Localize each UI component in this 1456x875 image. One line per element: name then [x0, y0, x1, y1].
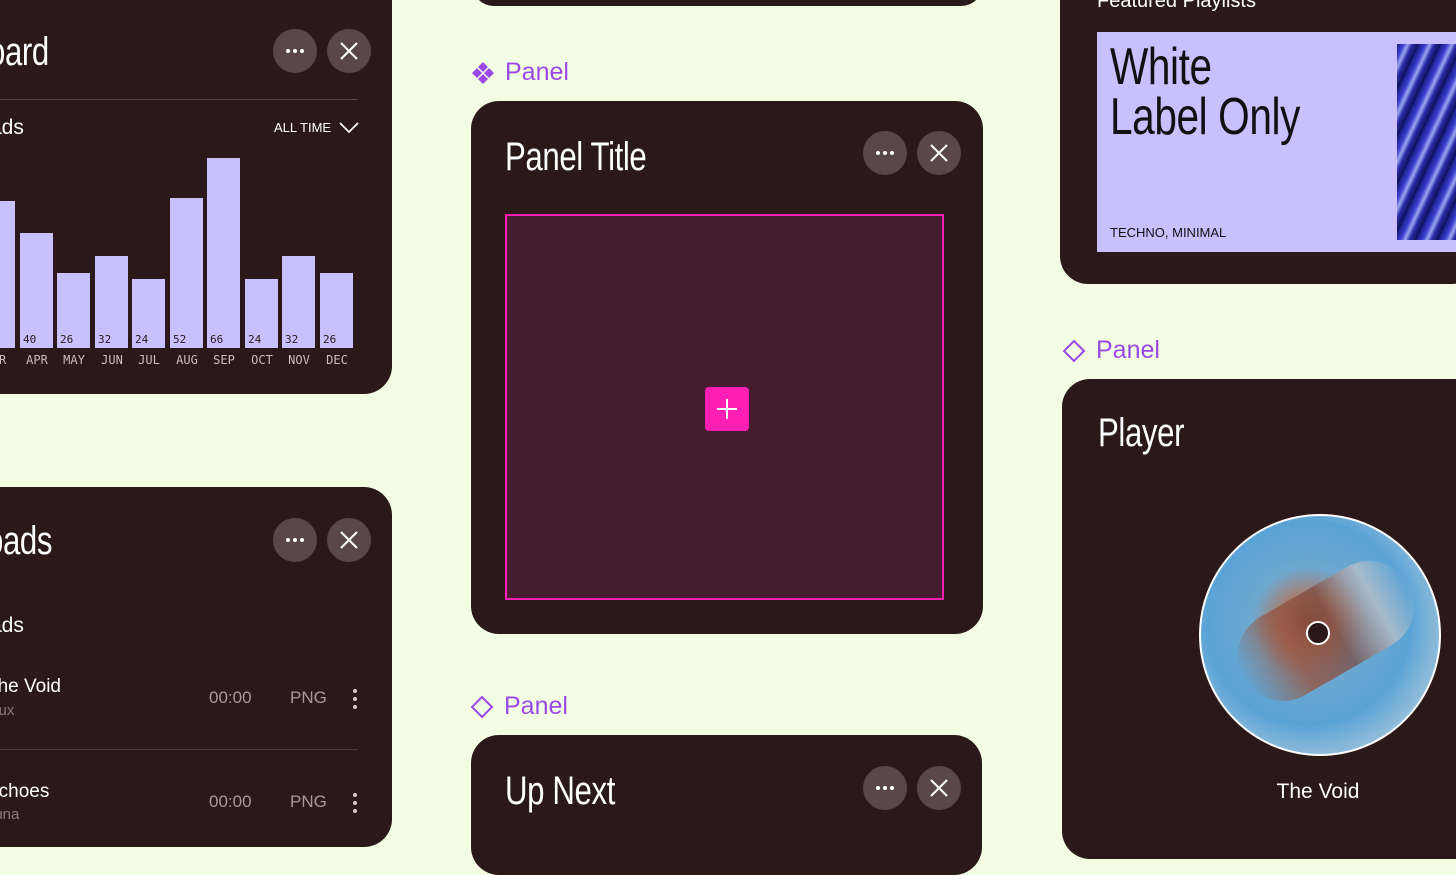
row-menu-icon[interactable]	[353, 793, 357, 817]
bar-value-label: 40	[23, 333, 37, 346]
month-tick-label: DEC	[326, 353, 348, 367]
more-icon	[286, 538, 304, 542]
diamond-icon	[1062, 339, 1086, 362]
bar-chart: 1AR40APR26MAY32JUN24JUL52AUG66SEP24OCT32…	[0, 0, 392, 394]
month-tick-label: MAY	[63, 353, 85, 367]
bar-value-label: 26	[323, 333, 337, 346]
content-slot[interactable]	[505, 214, 944, 600]
plus-icon	[717, 399, 737, 419]
chart-bar: 32	[95, 256, 128, 348]
month-tick-label: NOV	[288, 353, 310, 367]
chart-bar: 32	[282, 256, 315, 348]
bar-value-label: 24	[135, 333, 149, 346]
playlist-tags: TECHNO, MINIMAL	[1110, 225, 1227, 240]
downloads-panel: oads ads The Void Flux 00:00 PNG Echoes …	[0, 487, 392, 847]
chart-bar: 24	[132, 279, 165, 348]
panel-close-button[interactable]	[917, 131, 961, 175]
top-panel-fragment	[472, 0, 983, 6]
downloads-more-button[interactable]	[273, 518, 317, 562]
up-next-panel: Up Next	[471, 735, 982, 875]
chart-bar: 24	[245, 279, 278, 348]
component-label-text: Panel	[504, 692, 568, 720]
track-format: PNG	[290, 688, 327, 707]
more-icon	[876, 786, 894, 790]
chart-bar: 26	[320, 273, 353, 348]
track-artist: Flux	[0, 702, 15, 719]
panel-more-button[interactable]	[863, 131, 907, 175]
month-tick-label: AUG	[176, 353, 198, 367]
more-icon	[876, 151, 894, 155]
chart-bar: 52	[170, 198, 203, 348]
month-tick-label: JUL	[138, 353, 160, 367]
downloads-close-button[interactable]	[327, 518, 371, 562]
bar-value-label: 52	[173, 333, 187, 346]
featured-playlists-panel: Featured Playlists White Label Only TECH…	[1060, 0, 1456, 284]
bar-value-label: 26	[60, 333, 74, 346]
component-label-text: Panel	[505, 58, 569, 86]
player-panel: Player The Void	[1062, 379, 1456, 859]
chart-bar: 1	[0, 201, 15, 348]
panel-title: Panel Title	[505, 135, 647, 179]
track-format: PNG	[290, 792, 327, 811]
component-label: Panel	[470, 692, 568, 721]
month-tick-label: APR	[26, 353, 48, 367]
dashboard-panel: oard ads ALL TIME 1AR40APR26MAY32JUN24JU…	[0, 0, 392, 394]
playlist-card[interactable]: White Label Only TECHNO, MINIMAL	[1097, 32, 1456, 252]
album-disc[interactable]	[1199, 514, 1441, 756]
component-label: Panel	[1062, 336, 1160, 365]
bar-value-label: 24	[248, 333, 262, 346]
month-tick-label: JUN	[101, 353, 123, 367]
close-icon	[930, 144, 948, 162]
player-title: Player	[1098, 411, 1185, 455]
up-next-more-button[interactable]	[863, 766, 907, 810]
component-icon	[472, 61, 494, 84]
chart-bar: 66	[207, 158, 240, 348]
up-next-close-button[interactable]	[917, 766, 961, 810]
now-playing-title: The Void	[1276, 780, 1360, 803]
track-artist: Luna	[0, 806, 20, 823]
featured-header: Featured Playlists	[1097, 0, 1256, 12]
up-next-title: Up Next	[505, 769, 615, 813]
month-tick-label: SEP	[213, 353, 235, 367]
track-title: The Void	[0, 676, 61, 697]
row-menu-icon[interactable]	[353, 689, 357, 713]
month-tick-label: OCT	[251, 353, 273, 367]
playlist-title: White Label Only	[1110, 38, 1301, 146]
close-icon	[340, 531, 358, 549]
chart-bar: 26	[57, 273, 90, 348]
track-title: Echoes	[0, 781, 50, 802]
component-label: Panel	[471, 58, 569, 87]
row-divider	[0, 749, 358, 750]
playlist-artwork	[1397, 44, 1456, 240]
close-icon	[930, 779, 948, 797]
track-duration: 00:00	[209, 688, 252, 707]
track-duration: 00:00	[209, 792, 252, 811]
panel-title-panel: Panel Title	[471, 101, 983, 634]
bar-value-label: 32	[285, 333, 299, 346]
add-content-button[interactable]	[705, 387, 749, 431]
diamond-icon	[470, 695, 494, 718]
disc-center-hole	[1306, 621, 1330, 645]
downloads-title: oads	[0, 519, 53, 563]
component-label-text: Panel	[1096, 336, 1160, 364]
bar-value-label: 66	[210, 333, 224, 346]
downloads-subtitle: ads	[0, 614, 24, 637]
bar-value-label: 32	[98, 333, 112, 346]
chart-bar: 40	[20, 233, 53, 348]
